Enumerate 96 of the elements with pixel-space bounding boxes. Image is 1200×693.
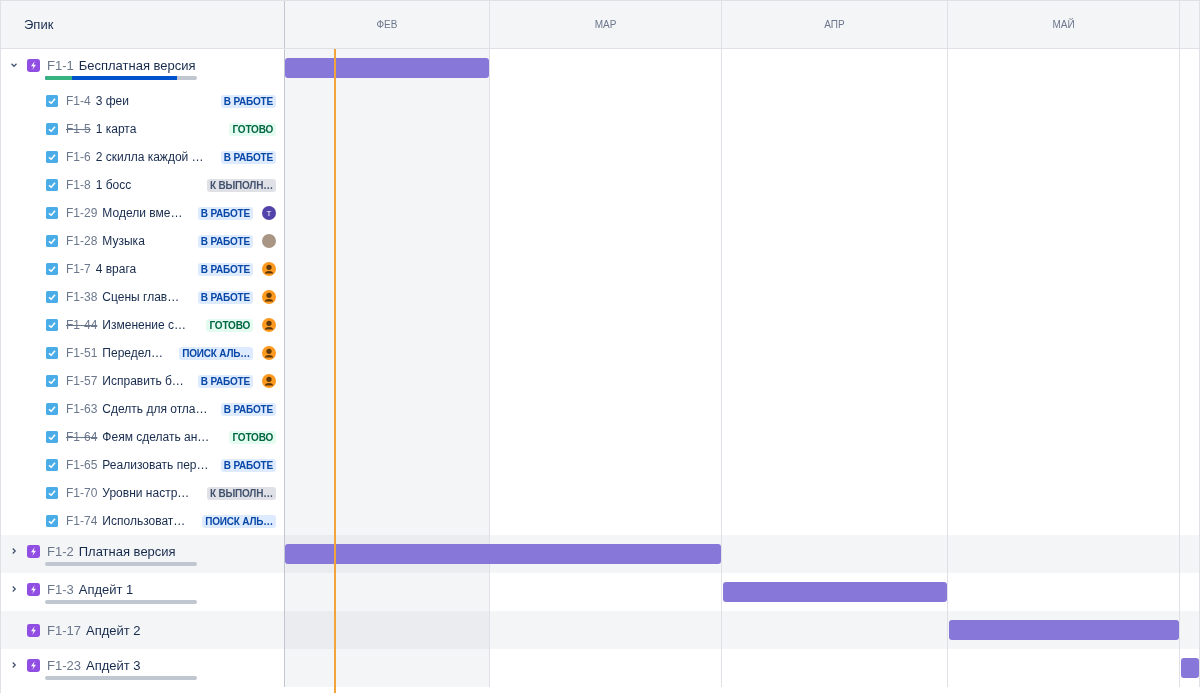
epic-title: Апдейт 2 xyxy=(85,622,141,638)
epic-title: Апдейт 3 xyxy=(85,657,141,673)
issue-key[interactable]: F1-2 xyxy=(47,543,74,559)
timeline-bar[interactable] xyxy=(723,582,947,602)
issue-key[interactable]: F1-1 xyxy=(47,57,74,73)
task-checkbox-icon xyxy=(46,319,58,331)
status-lozenge: К ВЫПОЛН… xyxy=(206,486,276,500)
status-lozenge: К ВЫПОЛН… xyxy=(206,178,276,192)
column-header: Эпик xyxy=(24,17,54,32)
status-lozenge: В РАБОТЕ xyxy=(220,402,276,416)
status-lozenge: ГОТОВО xyxy=(229,122,276,136)
issue-title: Сцены глав… xyxy=(102,290,181,304)
issue-title: Модели вме… xyxy=(102,206,184,220)
task-checkbox-icon xyxy=(46,95,58,107)
issue-key[interactable]: F1-57 xyxy=(66,374,98,388)
status-lozenge: ПОИСК АЛЬ… xyxy=(202,514,276,528)
task-checkbox-icon xyxy=(46,123,58,135)
epic-title: Апдейт 1 xyxy=(78,581,134,597)
month-label: МАЙ xyxy=(1052,19,1075,30)
issue-title: 2 скилла каждой … xyxy=(95,150,205,164)
issue-key[interactable]: F1-65 xyxy=(66,458,98,472)
issue-key[interactable]: F1-7 xyxy=(66,262,91,276)
issue-title: Изменение с… xyxy=(102,318,188,332)
status-lozenge: В РАБОТЕ xyxy=(197,206,253,220)
issue-title: Использоват… xyxy=(102,514,187,528)
issue-key[interactable]: F1-38 xyxy=(66,290,98,304)
month-label: МАР xyxy=(594,19,617,30)
month-label: АПР xyxy=(824,19,845,30)
issue-key[interactable]: F1-5 xyxy=(66,122,91,136)
timeline-bar[interactable] xyxy=(285,544,721,564)
task-checkbox-icon xyxy=(46,291,58,303)
issue-key[interactable]: F1-44 xyxy=(66,318,98,332)
epic-icon xyxy=(27,658,40,672)
status-lozenge: В РАБОТЕ xyxy=(197,374,253,388)
avatar-photo-placeholder xyxy=(262,234,276,248)
avatar-person-icon xyxy=(262,318,276,332)
avatar-person-icon xyxy=(262,346,276,360)
task-checkbox-icon xyxy=(46,207,58,219)
issue-key[interactable]: F1-6 xyxy=(66,150,91,164)
avatar-person-icon xyxy=(262,290,276,304)
epic-title: Бесплатная версия xyxy=(78,57,196,73)
timeline-bar[interactable] xyxy=(949,620,1179,640)
issue-key[interactable]: F1-64 xyxy=(66,430,98,444)
issue-title: Феям сделать ан… xyxy=(102,430,211,444)
task-checkbox-icon xyxy=(46,375,58,387)
epic-icon xyxy=(27,58,40,72)
issue-title: Уровни настр… xyxy=(102,486,191,500)
timeline-bar[interactable] xyxy=(1181,658,1199,678)
status-lozenge: В РАБОТЕ xyxy=(197,234,253,248)
issue-title: 4 врага xyxy=(95,262,138,276)
status-lozenge: ПОИСК АЛЬ… xyxy=(179,346,253,360)
issue-title: Сделть для отла… xyxy=(102,402,209,416)
issue-title: 1 босс xyxy=(95,178,133,192)
epic-icon xyxy=(27,623,40,637)
task-checkbox-icon xyxy=(46,179,58,191)
task-checkbox-icon xyxy=(46,347,58,359)
status-lozenge: В РАБОТЕ xyxy=(220,94,276,108)
task-checkbox-icon xyxy=(46,487,58,499)
issue-key[interactable]: F1-51 xyxy=(66,346,98,360)
issue-key[interactable]: F1-4 xyxy=(66,94,91,108)
status-lozenge: ГОТОВО xyxy=(229,430,276,444)
issue-title: Исправить б… xyxy=(102,374,185,388)
status-lozenge: ГОТОВО xyxy=(206,318,253,332)
issue-key[interactable]: F1-74 xyxy=(66,514,98,528)
task-checkbox-icon xyxy=(46,431,58,443)
issue-title: Реализовать пер… xyxy=(102,458,210,472)
issue-key[interactable]: F1-3 xyxy=(47,581,74,597)
task-checkbox-icon xyxy=(46,515,58,527)
avatar: Т xyxy=(262,206,276,220)
status-lozenge: В РАБОТЕ xyxy=(220,458,276,472)
issue-title: Передел… xyxy=(102,346,165,360)
month-label: ФЕВ xyxy=(376,19,398,30)
task-checkbox-icon xyxy=(46,235,58,247)
avatar-person-icon xyxy=(262,262,276,276)
issue-title: 1 карта xyxy=(95,122,138,136)
status-lozenge: В РАБОТЕ xyxy=(220,150,276,164)
issue-key[interactable]: F1-63 xyxy=(66,402,98,416)
task-checkbox-icon xyxy=(46,151,58,163)
issue-key[interactable]: F1-29 xyxy=(66,206,98,220)
task-checkbox-icon xyxy=(46,459,58,471)
avatar-person-icon xyxy=(262,374,276,388)
issue-key[interactable]: F1-23 xyxy=(47,657,81,673)
task-checkbox-icon xyxy=(46,403,58,415)
status-lozenge: В РАБОТЕ xyxy=(197,290,253,304)
epic-icon xyxy=(27,582,40,596)
issue-title: Музыка xyxy=(102,234,146,248)
issue-title: 3 феи xyxy=(95,94,130,108)
issue-key[interactable]: F1-8 xyxy=(66,178,91,192)
issue-key[interactable]: F1-70 xyxy=(66,486,98,500)
issue-key[interactable]: F1-28 xyxy=(66,234,98,248)
issue-key[interactable]: F1-17 xyxy=(47,622,81,638)
timeline-bar[interactable] xyxy=(285,58,489,78)
epic-icon xyxy=(27,544,40,558)
epic-title: Платная версия xyxy=(78,543,176,559)
status-lozenge: В РАБОТЕ xyxy=(197,262,253,276)
task-checkbox-icon xyxy=(46,263,58,275)
